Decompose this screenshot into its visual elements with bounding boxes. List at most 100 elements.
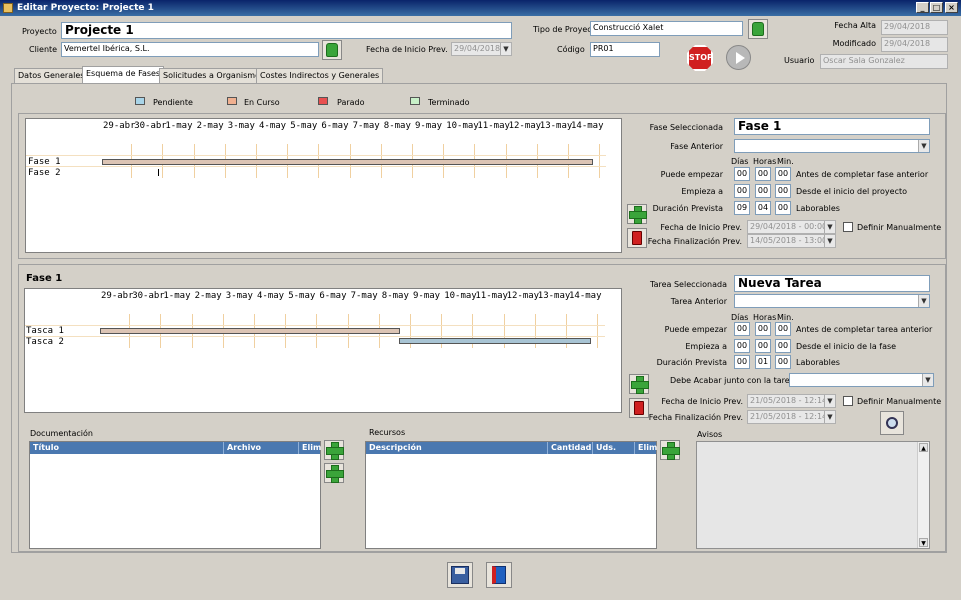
documentacion-table[interactable]: Título Archivo Elim — [29, 441, 321, 549]
tab-costes[interactable]: Costes Indirectos y Generales — [256, 68, 384, 83]
col-descripcion[interactable]: Descripción — [366, 442, 422, 454]
col-cantidad[interactable]: Cantidad — [547, 442, 591, 454]
minimize-button[interactable]: _ — [916, 2, 929, 13]
cliente-field[interactable]: Vemertel Ibérica, S.L. — [61, 42, 319, 57]
add-documento-2-button[interactable] — [324, 463, 344, 483]
tarea-duracion-horas-field[interactable]: 01 — [755, 355, 771, 369]
duracion-horas-field[interactable]: 04 — [755, 201, 771, 215]
fecha-inicio-picker[interactable]: 29/04/2018 ▼ — [451, 42, 512, 56]
tarea-puede-min-field[interactable]: 00 — [775, 322, 791, 336]
select-cliente-button[interactable] — [322, 40, 342, 60]
stop-button[interactable]: STOP — [687, 45, 713, 71]
fecha-alta-field: 29/04/2018 — [881, 20, 948, 35]
tarea-puede-dias-field[interactable]: 00 — [734, 322, 750, 336]
add-tarea-button[interactable] — [629, 374, 649, 394]
chevron-down-icon: ▼ — [918, 140, 929, 152]
col-uds[interactable]: Uds. — [592, 442, 616, 454]
tarea-duracion-dias-field[interactable]: 00 — [734, 355, 750, 369]
tarea-fecha-inicio-picker[interactable]: 21/05/2018 - 12:14 ▼ — [747, 394, 836, 408]
chevron-down-icon: ▼ — [500, 43, 511, 55]
fecha-alta-label: Fecha Alta — [834, 21, 876, 30]
legend-label-en-curso: En Curso — [244, 98, 280, 107]
col-archivo[interactable]: Archivo — [223, 442, 261, 454]
fase-fecha-fin-label: Fecha Finalización Prev. — [647, 237, 742, 246]
min-header: Min. — [777, 157, 794, 166]
avisos-textarea[interactable]: ▲ ▼ — [696, 441, 930, 549]
gantt-date-label: 1-may — [163, 291, 191, 301]
select-tipo-button[interactable] — [748, 19, 768, 39]
gantt-date-label: 14-may — [571, 121, 604, 131]
tarea-empieza-horas-field[interactable]: 00 — [755, 339, 771, 353]
puede-desc: Antes de completar fase anterior — [796, 170, 929, 179]
tarea-puede-horas-field[interactable]: 00 — [755, 322, 771, 336]
col-elim[interactable]: Elim — [634, 442, 657, 454]
recursos-title: Recursos — [369, 428, 406, 437]
tarea-anterior-select[interactable]: ▼ — [734, 294, 930, 308]
duracion-dias-field[interactable]: 09 — [734, 201, 750, 215]
scroll-up-icon[interactable]: ▲ — [919, 443, 928, 452]
tab-datos-generales[interactable]: Datos Generales — [14, 68, 89, 83]
plus-icon — [662, 442, 680, 460]
empieza-min-field[interactable]: 00 — [775, 184, 791, 198]
empieza-horas-field[interactable]: 00 — [755, 184, 771, 198]
legend-swatch-parado — [318, 97, 328, 105]
gantt-bar-fase-1[interactable] — [102, 159, 593, 165]
tarea-fecha-fin-value: 21/05/2018 - 12:14 — [750, 412, 828, 421]
gantt-date-label: 10-may — [444, 291, 477, 301]
add-recurso-button[interactable] — [660, 440, 680, 460]
puede-min-field[interactable]: 00 — [775, 167, 791, 181]
duracion-min-field[interactable]: 00 — [775, 201, 791, 215]
fases-gantt[interactable]: 29-abr 30-abr 1-may 2-may 3-may 4-may 5-may 6-m… — [25, 118, 622, 253]
proyecto-field[interactable]: Projecte 1 — [61, 22, 512, 39]
fase-sel-field[interactable]: Fase 1 — [734, 118, 930, 135]
gantt-date-label: 14-may — [569, 291, 602, 301]
tipo-field[interactable]: Construcció Xalet — [590, 21, 743, 36]
tarea-empieza-dias-field[interactable]: 00 — [734, 339, 750, 353]
documentacion-header: Título Archivo Elim — [30, 442, 321, 454]
gantt-row-line — [26, 155, 606, 156]
legend-label-terminado: Terminado — [428, 98, 470, 107]
gantt-row-label: Tasca 2 — [26, 337, 64, 347]
play-button[interactable] — [726, 45, 751, 70]
documentacion-title: Documentación — [30, 429, 93, 438]
gantt-bar-tasca-1[interactable] — [100, 328, 400, 334]
gantt-date-label: 3-may — [227, 121, 255, 131]
exit-button[interactable] — [486, 562, 512, 588]
gantt-row-line — [25, 325, 605, 326]
codigo-field[interactable]: PR01 — [590, 42, 660, 57]
close-button[interactable]: × — [945, 2, 958, 13]
fase-manual-checkbox[interactable] — [843, 222, 853, 232]
fase-anterior-select[interactable]: ▼ — [734, 139, 930, 153]
fase-sel-label: Fase Seleccionada — [649, 123, 723, 132]
tarea-fecha-fin-picker[interactable]: 21/05/2018 - 12:14 ▼ — [747, 410, 836, 424]
gantt-date-label: 9-may — [413, 291, 441, 301]
tarea-manual-checkbox[interactable] — [843, 396, 853, 406]
avisos-scrollbar[interactable]: ▲ ▼ — [917, 442, 929, 548]
col-elim[interactable]: Elim — [298, 442, 321, 454]
tarea-sel-field[interactable]: Nueva Tarea — [734, 275, 930, 292]
tarea-empieza-min-field[interactable]: 00 — [775, 339, 791, 353]
puede-dias-field[interactable]: 00 — [734, 167, 750, 181]
tareas-gantt[interactable]: 29-abr 30-abr 1-may 2-may 3-may 4-may 5-may 6-m… — [24, 288, 622, 413]
tab-esquema-fases[interactable]: Esquema de Fases — [82, 66, 165, 84]
gantt-date-label: 29-abr — [101, 291, 134, 301]
col-titulo[interactable]: Título — [30, 442, 59, 454]
tarea-empieza-desc: Desde el inicio de la fase — [796, 342, 897, 351]
gantt-bar-tasca-2[interactable] — [399, 338, 591, 344]
title-bar: Editar Proyecto: Projecte 1 _ □ × — [0, 0, 961, 16]
tarea-duracion-min-field[interactable]: 00 — [775, 355, 791, 369]
empieza-dias-field[interactable]: 00 — [734, 184, 750, 198]
search-button[interactable] — [880, 411, 904, 435]
tab-solicitudes[interactable]: Solicitudes a Organismos — [159, 68, 269, 83]
fase-fecha-fin-picker[interactable]: 14/05/2018 - 13:00 ▼ — [747, 234, 836, 248]
acabar-select[interactable]: ▼ — [789, 373, 934, 387]
save-button[interactable] — [447, 562, 473, 588]
puede-horas-field[interactable]: 00 — [755, 167, 771, 181]
gantt-row-label: Fase 2 — [28, 168, 61, 178]
maximize-button[interactable]: □ — [930, 2, 943, 13]
recursos-table[interactable]: Descripción Cantidad Uds. Elim — [365, 441, 657, 549]
fase-fecha-inicio-picker[interactable]: 29/04/2018 - 00:00 ▼ — [747, 220, 836, 234]
add-documento-button[interactable] — [324, 440, 344, 460]
scroll-down-icon[interactable]: ▼ — [919, 538, 928, 547]
gantt-bar-fase-2[interactable] — [158, 169, 159, 176]
